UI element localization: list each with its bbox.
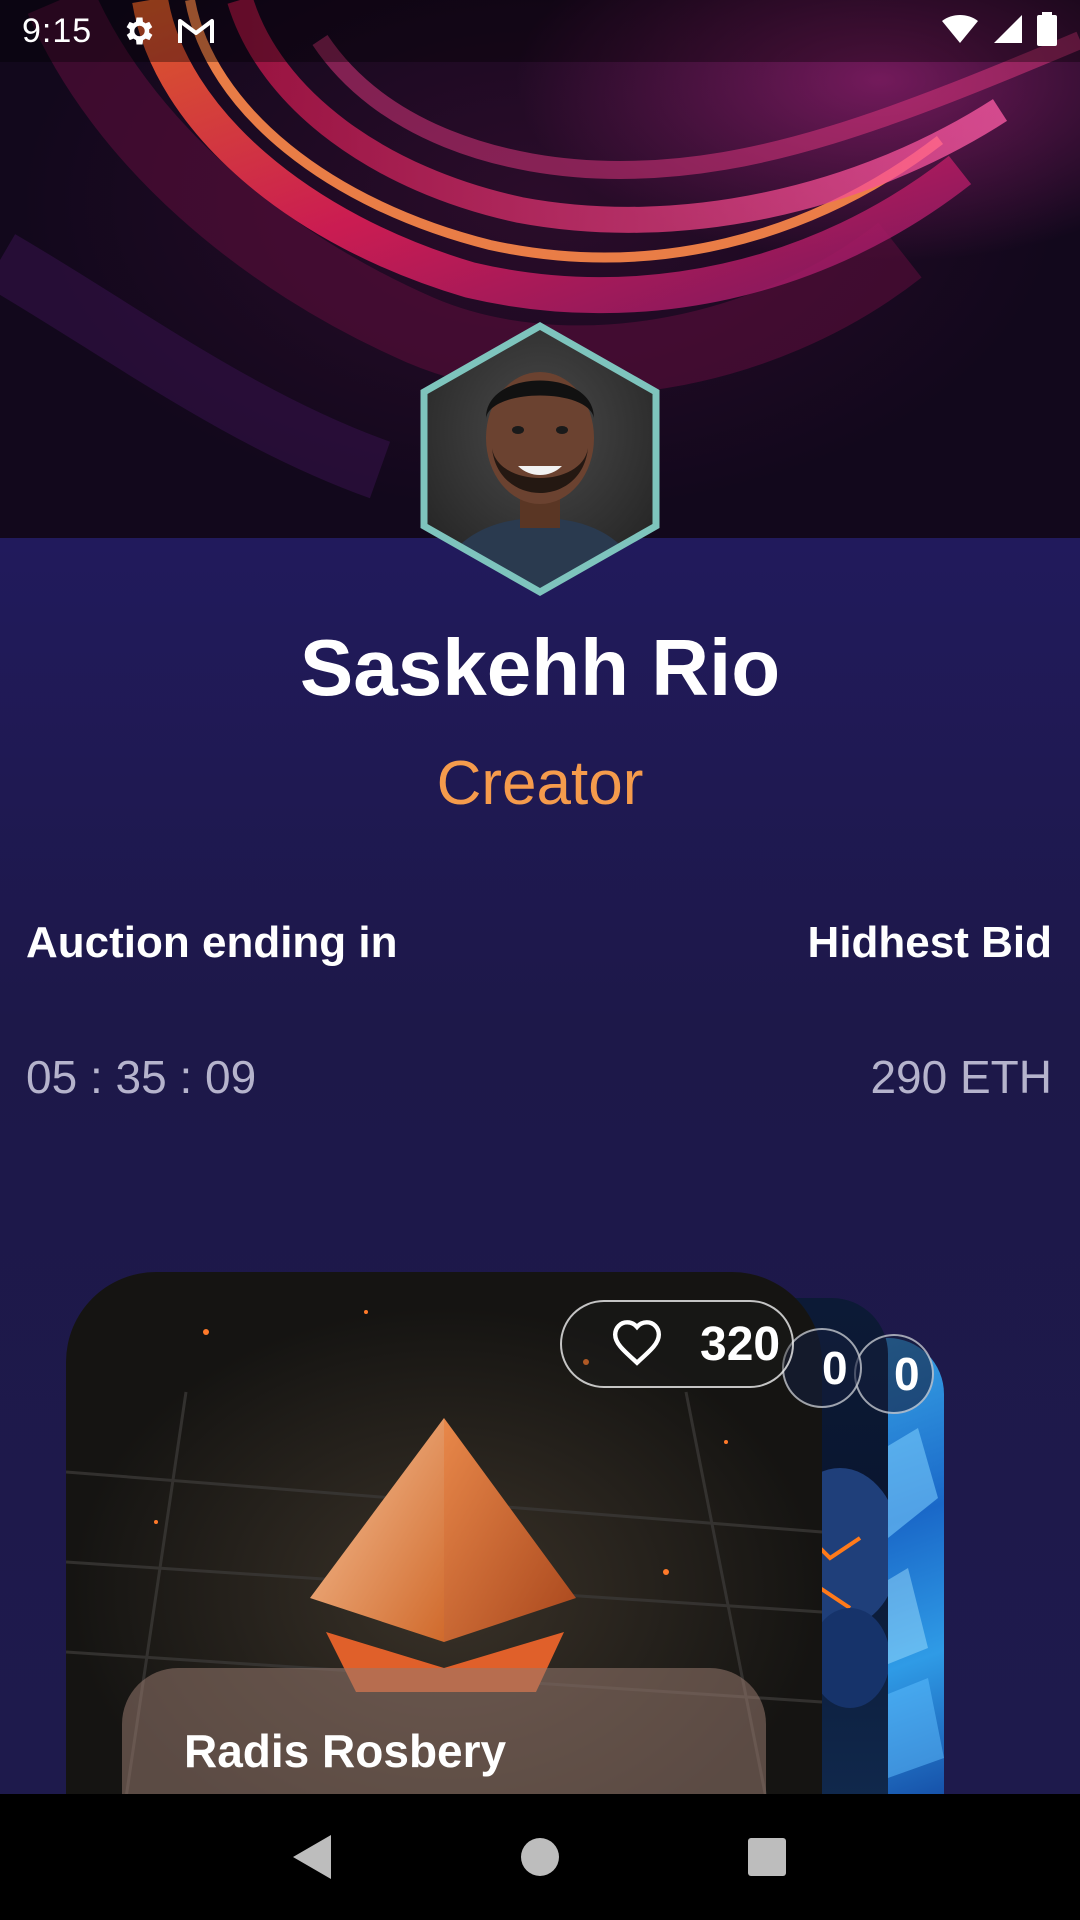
auction-ending-label: Auction ending in	[26, 918, 398, 967]
nft-card-back-1-like-badge: 0	[782, 1328, 862, 1408]
heart-icon	[610, 1318, 664, 1371]
back-icon[interactable]	[273, 1817, 353, 1897]
signal-icon	[992, 13, 1024, 50]
auction-countdown: 05 : 35 : 09	[26, 1051, 257, 1103]
gear-icon	[120, 13, 156, 49]
status-time: 9:15	[22, 11, 93, 50]
nft-card-back-2-like-count: 0	[894, 1348, 920, 1400]
avatar[interactable]	[412, 318, 668, 600]
navigation-bar	[0, 1794, 1080, 1920]
battery-icon	[1036, 11, 1058, 51]
wifi-icon	[940, 13, 980, 50]
like-count: 320	[700, 1317, 781, 1371]
like-button[interactable]: 320	[560, 1300, 794, 1388]
nft-title: Radis Rosbery	[184, 1725, 507, 1777]
gmail-icon	[176, 15, 216, 47]
recents-icon[interactable]	[727, 1817, 807, 1897]
home-icon[interactable]	[500, 1817, 580, 1897]
profile-name: Saskehh Rio	[299, 623, 781, 712]
status-bar: 9:15	[0, 0, 1080, 62]
nft-card-back-2-like-badge: 0	[854, 1334, 934, 1414]
highest-bid-label: Hidhest Bid	[807, 918, 1052, 967]
profile-role: Creator	[436, 749, 644, 818]
highest-bid-value: 290 ETH	[870, 1051, 1052, 1103]
nft-card-back-1-like-count: 0	[822, 1342, 848, 1394]
